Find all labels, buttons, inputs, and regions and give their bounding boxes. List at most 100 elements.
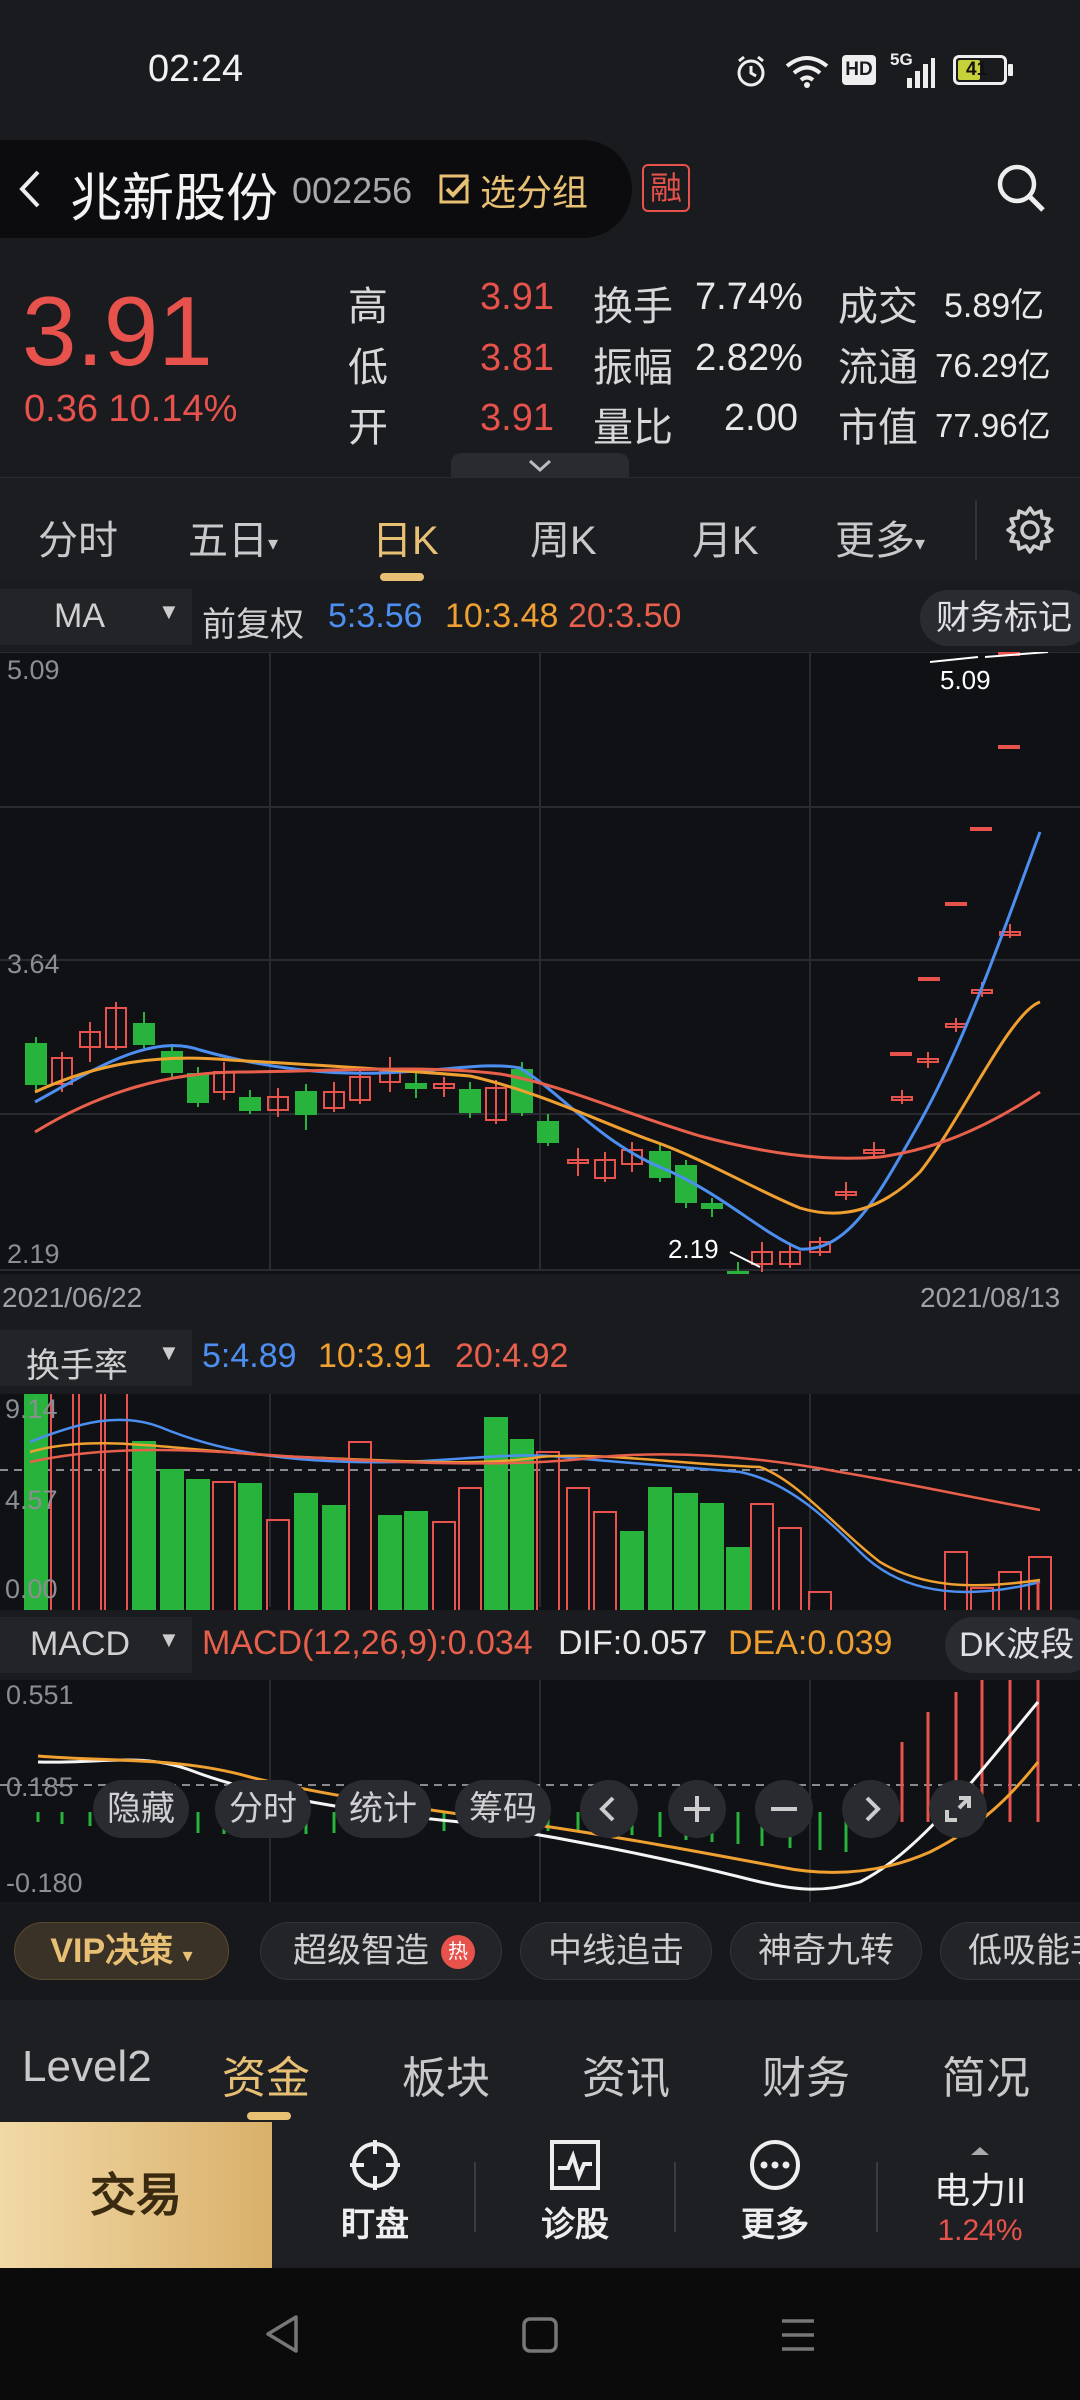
candle-body: [295, 1091, 317, 1115]
macd-header: MACD ▼ MACD(12,26,9):0.034 DIF:0.057 DEA…: [0, 1610, 1080, 1680]
intraday-overlay-button[interactable]: 分时: [215, 1780, 311, 1838]
home-nav-icon[interactable]: [520, 2315, 560, 2355]
chevron-left-icon[interactable]: [14, 168, 44, 210]
sector-index-name: 电力II: [933, 2170, 1026, 2211]
wifi-icon: [785, 56, 829, 88]
candlesticks: [25, 652, 1021, 1282]
turnover-y-top: 9.14: [5, 1394, 58, 1424]
turnover-ma5: 5:4.89: [202, 1337, 297, 1375]
vip-strategy-bar: VIP决策 ▾ 超级智造 热 中线追击 神奇九转 低吸能手: [0, 1902, 1080, 2000]
gear-icon[interactable]: [1005, 505, 1055, 555]
turnover-bar: [186, 1479, 210, 1629]
ma10-value: 10:3.48: [445, 597, 559, 635]
chevron-right-icon: [865, 1796, 881, 1822]
stat-value-float-cap: 76.29亿: [935, 347, 1051, 384]
margin-badge[interactable]: 融: [642, 164, 690, 212]
tab-more[interactable]: 更多▾: [835, 508, 925, 566]
fullscreen-icon: [945, 1796, 971, 1822]
period-tabs: 分时 五日▾ 日K 周K 月K 更多▾: [0, 477, 1080, 582]
ma-selector[interactable]: MA ▼: [0, 589, 192, 645]
tab-fund[interactable]: 资金: [222, 2042, 310, 2106]
fullscreen-button[interactable]: [929, 1780, 987, 1838]
candle-body: [25, 1043, 47, 1085]
stock-header: 兆新股份 002256 选分组 融: [0, 140, 1080, 255]
turnover-bar: [458, 1487, 482, 1629]
chips-button[interactable]: 筹码: [455, 1780, 551, 1838]
search-icon[interactable]: [995, 162, 1047, 214]
watchlist-button[interactable]: 选分组: [438, 164, 588, 216]
candle-body: [161, 1051, 183, 1073]
stat-value-market-cap: 77.96亿: [935, 407, 1051, 444]
battery-icon: 41: [953, 55, 1007, 85]
ma5-line: [34, 831, 1042, 1251]
back-nav-icon[interactable]: [262, 2313, 302, 2355]
plus-icon: [684, 1796, 710, 1822]
tab-intraday[interactable]: 分时: [38, 508, 118, 566]
chip-magic-nine[interactable]: 神奇九转: [730, 1922, 922, 1980]
chart-pulse-icon: [550, 2140, 600, 2190]
diagnose-button[interactable]: 诊股: [490, 2138, 660, 2256]
tab-monthly-k[interactable]: 月K: [692, 508, 759, 566]
more-dots-icon: [750, 2140, 800, 2190]
hd-badge: HD: [842, 55, 876, 85]
chevron-down-icon: [528, 459, 552, 473]
more-button[interactable]: 更多: [690, 2138, 860, 2256]
macd-selector[interactable]: MACD ▼: [0, 1617, 192, 1673]
tab-weekly-k[interactable]: 周K: [530, 508, 597, 566]
zoom-out-button[interactable]: [755, 1780, 813, 1838]
stat-value-open: 3.91: [480, 397, 554, 439]
stat-label-amount: 成交: [838, 285, 918, 329]
watchlist-label: 选分组: [480, 172, 589, 213]
tab-news[interactable]: 资讯: [582, 2042, 670, 2106]
stat-label-turnover: 换手: [593, 285, 673, 329]
stock-title-pill: 兆新股份 002256 选分组: [0, 140, 632, 238]
info-tab-indicator: [247, 2112, 291, 2120]
more-label: 更多: [741, 2206, 809, 2244]
chip-midline-chase[interactable]: 中线追击: [520, 1922, 712, 1980]
tab-level2[interactable]: Level2: [22, 2042, 152, 2092]
recents-nav-icon[interactable]: [778, 2317, 818, 2353]
date-end: 2021/08/13: [920, 1282, 1061, 1313]
turnover-bar: [212, 1481, 236, 1629]
adjust-label[interactable]: 前复权: [202, 597, 304, 646]
turnover-bar: [132, 1441, 156, 1629]
watch-button[interactable]: 盯盘: [290, 2138, 460, 2256]
ma10-line: [34, 1000, 1041, 1215]
turnover-ma10: 10:3.91: [318, 1337, 432, 1375]
diagnose-label: 诊股: [541, 2206, 609, 2244]
chip-super-manufacturing[interactable]: 超级智造 热: [260, 1922, 502, 1980]
stat-label-market-cap: 市值: [838, 406, 918, 450]
turnover-bar: [674, 1493, 698, 1629]
sector-index-change: 1.24%: [937, 2214, 1023, 2247]
turnover-bar: [238, 1483, 262, 1629]
turnover-selector[interactable]: 换手率 ▼: [0, 1330, 192, 1386]
trade-button[interactable]: 交易: [0, 2122, 272, 2268]
sector-index-widget[interactable]: 电力II 1.24%: [890, 2144, 1070, 2254]
dif-value: DIF:0.057: [558, 1624, 708, 1662]
dk-band-button[interactable]: DK波段: [945, 1617, 1080, 1673]
hide-button[interactable]: 隐藏: [93, 1780, 189, 1838]
tab-sector[interactable]: 板块: [402, 2042, 490, 2106]
minus-icon: [771, 1807, 797, 1811]
turnover-header: 换手率 ▼ 5:4.89 10:3.91 20:4.92: [0, 1322, 1080, 1394]
vip-decision-button[interactable]: VIP决策 ▾: [14, 1922, 229, 1980]
pan-left-button[interactable]: [580, 1780, 638, 1838]
quote-panel: 3.91 0.36 10.14% 高 3.91 低 3.81 开 3.91 换手…: [0, 255, 1080, 481]
tab-profile[interactable]: 简况: [942, 2042, 1030, 2106]
chip-dip-buyer[interactable]: 低吸能手: [940, 1922, 1080, 1980]
pan-right-button[interactable]: [842, 1780, 900, 1838]
caret-up-icon: [971, 2147, 989, 2155]
ma-lines: [34, 831, 1042, 1251]
zoom-in-button[interactable]: [668, 1780, 726, 1838]
dea-value: DEA:0.039: [728, 1624, 893, 1662]
stats-button[interactable]: 统计: [335, 1780, 431, 1838]
tab-five-day[interactable]: 五日▾: [188, 508, 278, 566]
finance-mark-button[interactable]: 财务标记: [920, 590, 1080, 646]
stat-label-low: 低: [348, 346, 388, 390]
system-nav-bar: [0, 2268, 1080, 2400]
stat-value-high: 3.91: [480, 276, 554, 318]
stock-name: 兆新股份: [70, 170, 279, 228]
watch-label: 盯盘: [341, 2206, 409, 2244]
tab-daily-k[interactable]: 日K: [372, 508, 439, 566]
tab-finance[interactable]: 财务: [762, 2042, 850, 2106]
